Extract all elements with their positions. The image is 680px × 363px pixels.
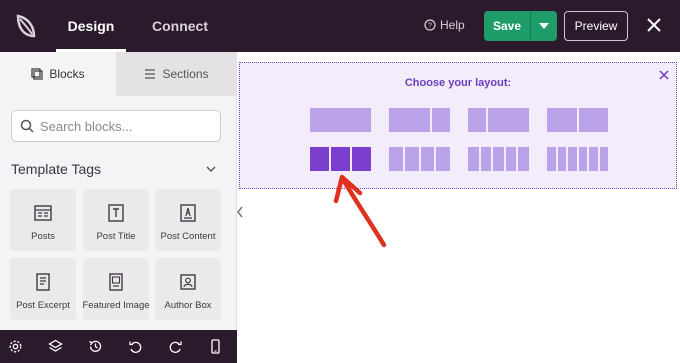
sidebar: Blocks Sections Template Tags Posts: [0, 52, 237, 363]
tab-blocks[interactable]: Blocks: [0, 52, 116, 96]
layout-option-2-col-equal[interactable]: [547, 108, 608, 132]
block-label: Post Excerpt: [16, 300, 70, 311]
search-input[interactable]: [40, 118, 210, 134]
svg-text:?: ?: [428, 23, 432, 30]
close-icon[interactable]: [659, 70, 669, 80]
help-link[interactable]: ? Help: [424, 18, 465, 32]
block-author-box[interactable]: Author Box: [155, 258, 221, 320]
layout-column: [420, 147, 435, 171]
layout-column: [547, 108, 577, 132]
layout-column: [468, 147, 479, 171]
history-icon[interactable]: [88, 339, 103, 354]
layout-option-5-col[interactable]: [468, 147, 529, 171]
layout-chooser-panel: Choose your layout:: [239, 62, 677, 189]
layout-column: [404, 147, 419, 171]
posts-icon: [34, 205, 52, 221]
blocks-icon: [31, 68, 43, 80]
block-post-content[interactable]: Post Content: [155, 189, 221, 251]
chevron-down-icon[interactable]: [205, 163, 217, 175]
close-icon[interactable]: [644, 15, 664, 35]
layout-column: [431, 108, 450, 132]
layout-option-1-col[interactable]: [310, 108, 371, 132]
save-button[interactable]: Save: [484, 11, 530, 41]
tab-sections-label: Sections: [162, 67, 209, 81]
layout-chooser-title: Choose your layout:: [404, 77, 512, 89]
post-excerpt-icon: [36, 273, 50, 291]
caret-down-icon: [539, 23, 549, 29]
block-featured-image[interactable]: Featured Image: [82, 258, 150, 320]
layout-column: [389, 108, 430, 132]
author-box-icon: [180, 274, 196, 290]
search-box: [11, 110, 221, 142]
redo-icon[interactable]: [168, 339, 183, 354]
layout-column: [436, 147, 450, 171]
sections-icon: [145, 69, 156, 79]
layout-column: [310, 108, 371, 132]
layout-column: [480, 147, 492, 171]
block-label: Author Box: [164, 300, 212, 311]
post-content-icon: [180, 204, 196, 222]
layout-option-2-col-wide-right[interactable]: [468, 108, 529, 132]
layout-column: [468, 108, 487, 132]
block-posts[interactable]: Posts: [10, 189, 76, 251]
layout-column: [568, 147, 577, 171]
layout-option-6-col[interactable]: [547, 147, 608, 171]
seedprod-logo-icon: [16, 14, 36, 38]
layout-column: [547, 147, 556, 171]
annotation-arrow-icon: [333, 174, 387, 248]
layout-column: [599, 147, 608, 171]
tab-blocks-label: Blocks: [49, 67, 85, 81]
layout-column: [578, 108, 608, 132]
featured-image-icon: [109, 273, 123, 291]
layout-column: [505, 147, 517, 171]
tab-connect[interactable]: Connect: [144, 0, 216, 52]
help-icon: ?: [424, 19, 436, 31]
layout-column: [578, 147, 587, 171]
block-post-title[interactable]: Post Title: [83, 189, 149, 251]
bottom-toolbar: [0, 330, 237, 363]
section-title: Template Tags: [11, 161, 102, 177]
tab-sections[interactable]: Sections: [116, 52, 237, 96]
layout-column: [493, 147, 504, 171]
settings-icon[interactable]: [8, 339, 23, 354]
help-label: Help: [440, 18, 465, 32]
block-label: Featured Image: [82, 300, 150, 311]
collapse-sidebar-icon[interactable]: [236, 206, 244, 218]
undo-icon[interactable]: [128, 339, 143, 354]
tab-design[interactable]: Design: [56, 0, 126, 52]
top-bar: Design Connect ? Help Save Preview: [0, 0, 680, 52]
block-label: Post Content: [160, 231, 216, 242]
post-title-icon: [108, 204, 124, 222]
mobile-preview-icon[interactable]: [208, 339, 223, 354]
layout-column: [589, 147, 598, 171]
preview-button[interactable]: Preview: [564, 11, 628, 41]
save-options-dropdown[interactable]: [531, 11, 557, 41]
search-icon: [20, 119, 34, 133]
block-post-excerpt[interactable]: Post Excerpt: [10, 258, 76, 320]
layout-option-2-col-wide-left[interactable]: [389, 108, 450, 132]
layout-column: [557, 147, 566, 171]
layout-column: [488, 108, 529, 132]
block-label: Post Title: [96, 231, 136, 242]
block-label: Posts: [31, 231, 55, 242]
layout-column: [518, 147, 529, 171]
save-button-group: Save: [484, 11, 557, 41]
layers-icon[interactable]: [48, 339, 63, 354]
sidebar-tabs: Blocks Sections: [0, 52, 237, 96]
